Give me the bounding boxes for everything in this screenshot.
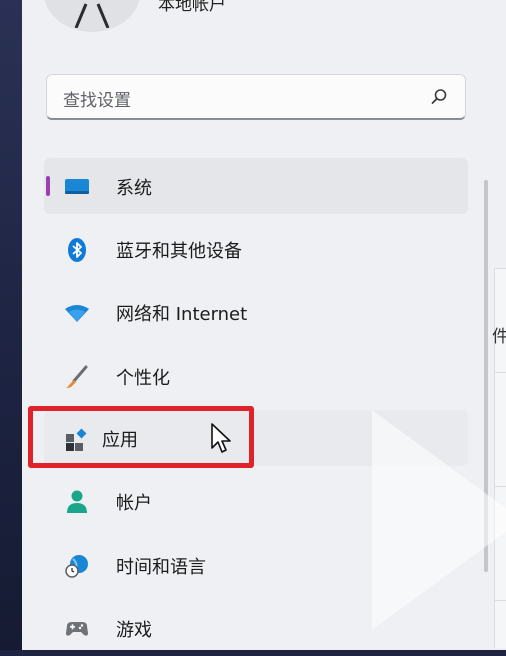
sidebar-item-label: 网络和 Internet — [116, 304, 248, 325]
person-icon — [67, 490, 87, 513]
search-icon[interactable] — [429, 87, 449, 107]
mouse-cursor-icon — [211, 423, 231, 453]
sidebar-item-system[interactable]: 系统 — [44, 158, 468, 214]
play-watermark-icon — [372, 410, 506, 630]
sidebar-item-label: 时间和语言 — [116, 557, 206, 578]
sidebar-item-label: 蓝牙和其他设备 — [116, 241, 242, 262]
desktop-background — [0, 0, 22, 650]
search-placeholder: 查找设置 — [63, 91, 131, 111]
sidebar-item-network[interactable]: 网络和 Internet — [44, 284, 468, 340]
divider — [494, 372, 506, 373]
sidebar-item-bluetooth[interactable]: 蓝牙和其他设备 — [44, 221, 468, 277]
sidebar-item-personalization[interactable]: 个性化 — [44, 348, 468, 404]
selection-indicator — [46, 176, 50, 196]
sidebar-item-label: 系统 — [116, 178, 152, 199]
bluetooth-icon — [68, 238, 86, 262]
sidebar-item-label: 个性化 — [116, 368, 170, 389]
account-name: 本地帐户 — [158, 0, 226, 15]
content-partial-text: 件 — [492, 327, 506, 347]
divider — [494, 268, 506, 269]
sidebar-item-label: 游戏 — [116, 620, 152, 641]
clock-globe-icon — [65, 555, 88, 578]
search-input[interactable]: 查找设置 — [46, 74, 466, 120]
sidebar-item-label: 帐户 — [116, 493, 152, 514]
wifi-icon — [65, 305, 89, 322]
paintbrush-icon — [66, 365, 88, 388]
monitor-icon — [65, 179, 89, 194]
gamepad-icon — [66, 622, 88, 636]
person-icon — [74, 3, 110, 28]
